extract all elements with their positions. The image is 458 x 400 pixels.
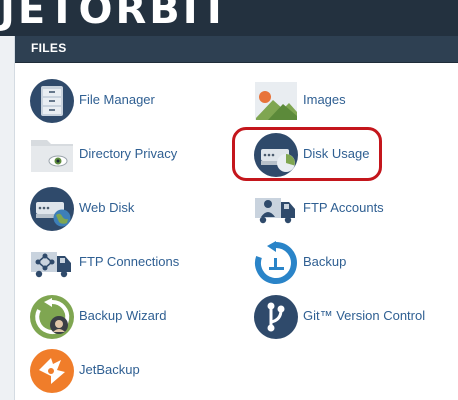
backup-wizard-icon <box>30 295 74 339</box>
file-manager-label: File Manager <box>79 92 155 107</box>
panel-title: FILES <box>31 41 67 55</box>
brand-logo[interactable]: JETORBIT <box>0 0 231 34</box>
ftp-connections-label: FTP Connections <box>79 254 180 269</box>
left-gutter <box>0 36 15 400</box>
ftp-accounts-label: FTP Accounts <box>303 200 384 215</box>
web-disk-icon <box>30 187 74 231</box>
images-icon <box>255 82 297 120</box>
ftp-connections-icon <box>31 252 71 278</box>
file-manager-icon <box>30 79 74 123</box>
backup-wizard-label: Backup Wizard <box>79 308 167 323</box>
disk-usage-highlight <box>232 127 382 181</box>
backup-label: Backup <box>303 254 347 269</box>
git-version-control-label: Git™ Version Control <box>303 308 426 323</box>
jetbackup-icon <box>30 349 74 393</box>
backup-icon <box>254 241 297 284</box>
brand-bar: JETORBIT <box>0 0 458 36</box>
ftp-accounts-icon <box>255 198 295 224</box>
jetbackup-label: JetBackup <box>79 362 140 377</box>
web-disk-label: Web Disk <box>79 200 135 215</box>
directory-privacy-label: Directory Privacy <box>79 146 178 161</box>
directory-privacy-icon <box>31 140 73 172</box>
panel-header: FILES <box>15 36 458 63</box>
git-icon <box>254 295 298 339</box>
files-panel: FILES File Manager Images Directory Priv… <box>15 36 458 400</box>
images-label: Images <box>303 92 346 107</box>
